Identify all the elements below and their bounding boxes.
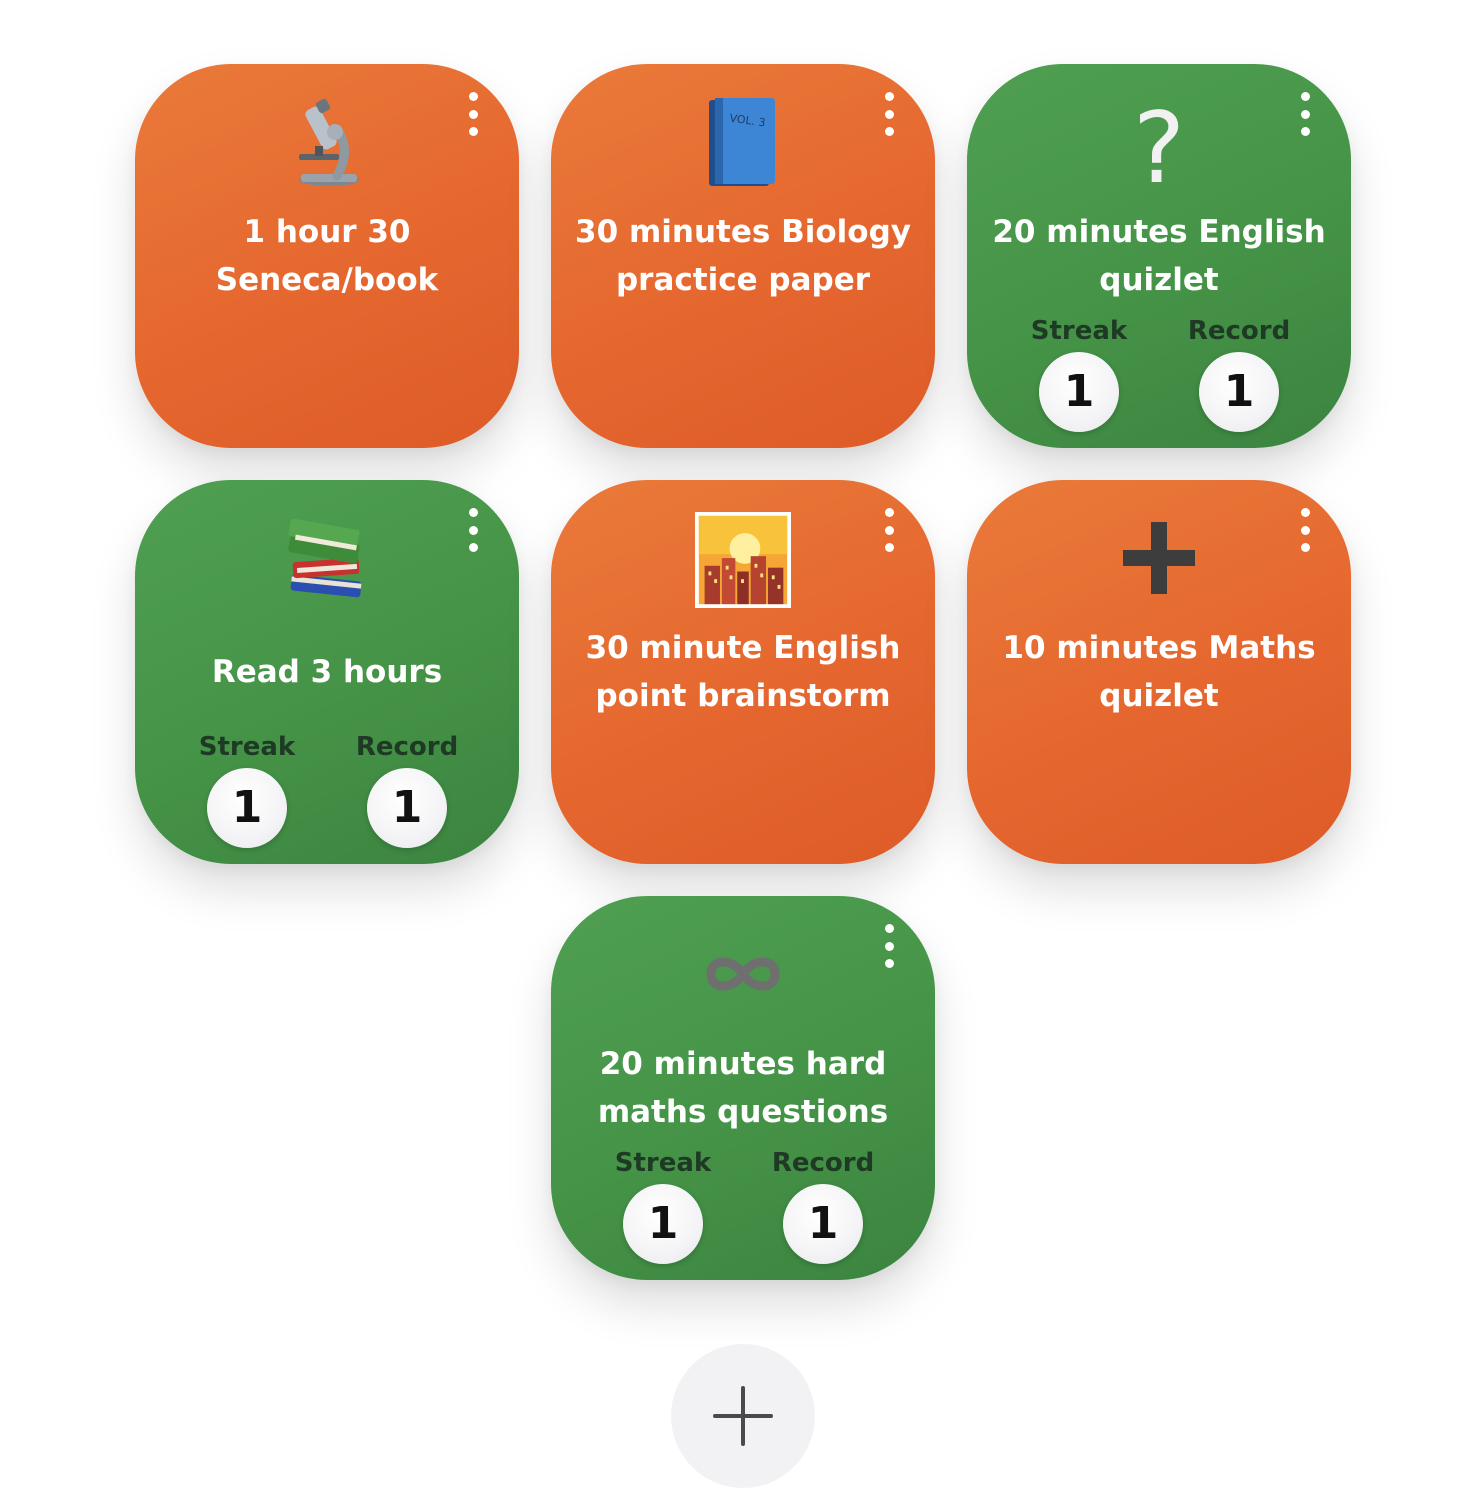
- record-value: 1: [1199, 352, 1279, 432]
- question-mark-icon: ?: [1109, 92, 1209, 192]
- more-options-icon[interactable]: [461, 92, 485, 136]
- record-counter: Record 1: [347, 732, 467, 848]
- city-sunset-icon: [695, 512, 791, 608]
- streak-counter: Streak 1: [187, 732, 307, 848]
- streak-label: Streak: [198, 732, 296, 762]
- record-label: Record: [1187, 316, 1291, 346]
- more-options-icon[interactable]: [877, 924, 901, 968]
- streak-counter: Streak 1: [603, 1148, 723, 1264]
- habit-card[interactable]: 20 minutes hard maths questions Streak 1…: [551, 896, 935, 1280]
- habit-title: Read 3 hours: [211, 654, 443, 690]
- habit-title: 30 minutes Biology practice paper: [575, 214, 911, 298]
- habit-title: 30 minute English point brainstorm: [585, 630, 901, 714]
- books-stack-icon: [277, 508, 377, 608]
- plus-sign-icon: [1109, 508, 1209, 608]
- streak-label: Streak: [1030, 316, 1128, 346]
- streak-value: 1: [207, 768, 287, 848]
- add-habit-button[interactable]: [671, 1344, 815, 1488]
- habit-card[interactable]: ? 20 minutes English quizlet Streak 1 Re…: [967, 64, 1351, 448]
- habit-card[interactable]: Read 3 hours Streak 1 Record 1: [135, 480, 519, 864]
- habit-card[interactable]: 10 minutes Maths quizlet: [967, 480, 1351, 864]
- record-counter: Record 1: [763, 1148, 883, 1264]
- habit-title: 1 hour 30 Seneca/book: [215, 214, 439, 298]
- habit-card[interactable]: 1 hour 30 Seneca/book: [135, 64, 519, 448]
- more-options-icon[interactable]: [461, 508, 485, 552]
- streak-value: 1: [623, 1184, 703, 1264]
- infinity-icon: [693, 924, 793, 1024]
- habit-title: 20 minutes English quizlet: [992, 214, 1326, 298]
- habit-card[interactable]: 30 minute English point brainstorm: [551, 480, 935, 864]
- habit-title: 10 minutes Maths quizlet: [1002, 630, 1316, 714]
- more-options-icon[interactable]: [877, 92, 901, 136]
- streak-value: 1: [1039, 352, 1119, 432]
- more-options-icon[interactable]: [1293, 92, 1317, 136]
- svg-text:?: ?: [1133, 92, 1185, 192]
- record-label: Record: [771, 1148, 875, 1178]
- record-value: 1: [783, 1184, 863, 1264]
- streak-label: Streak: [614, 1148, 712, 1178]
- habit-grid: 1 hour 30 Seneca/book VOL. 3 30 minutes …: [0, 0, 1482, 1508]
- record-counter: Record 1: [1179, 316, 1299, 432]
- blue-book-icon: VOL. 3: [693, 92, 793, 192]
- habit-title: 20 minutes hard maths questions: [597, 1046, 889, 1130]
- plus-icon: [713, 1386, 773, 1446]
- habit-card[interactable]: VOL. 3 30 minutes Biology practice paper: [551, 64, 935, 448]
- more-options-icon[interactable]: [1293, 508, 1317, 552]
- record-value: 1: [367, 768, 447, 848]
- streak-counter: Streak 1: [1019, 316, 1139, 432]
- microscope-icon: [277, 92, 377, 192]
- more-options-icon[interactable]: [877, 508, 901, 552]
- record-label: Record: [355, 732, 459, 762]
